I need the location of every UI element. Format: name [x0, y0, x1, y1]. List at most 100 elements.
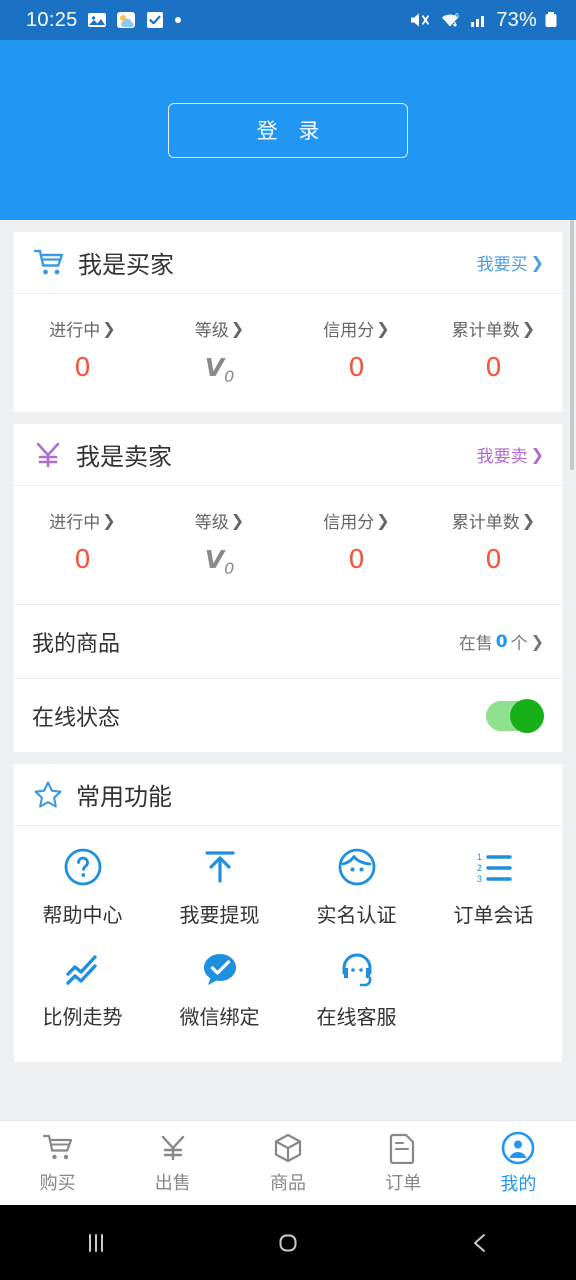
stat-item[interactable]: 等级 ❯ V0 — [151, 508, 288, 578]
svg-text:2: 2 — [477, 863, 482, 873]
function-item-help-center[interactable]: 帮助中心 — [14, 844, 151, 928]
battery-icon — [544, 10, 558, 30]
stat-item[interactable]: 信用分 ❯ 0 — [288, 508, 425, 578]
function-item-wechat-bind[interactable]: 微信绑定 — [151, 946, 288, 1030]
seller-action-link[interactable]: 我要卖 ❯ — [477, 442, 544, 467]
recent-apps-icon — [81, 1228, 111, 1258]
stat-item[interactable]: 信用分 ❯ 0 — [288, 316, 425, 386]
scroll-content: 我是买家 我要买 ❯ 进行中 ❯ 0 等级 ❯ V0 信用分 ❯ 0 累计单数 … — [0, 220, 576, 1120]
stat-label: 进行中 ❯ — [49, 319, 116, 341]
chevron-right-icon: ❯ — [530, 445, 544, 464]
stat-item[interactable]: 进行中 ❯ 0 — [14, 508, 151, 578]
stat-value: 0 — [74, 353, 91, 383]
stat-item[interactable]: 进行中 ❯ 0 — [14, 316, 151, 386]
online-status-label: 在线状态 — [32, 705, 121, 731]
chevron-right-icon: ❯ — [530, 632, 544, 651]
function-item-order-chat[interactable]: 1 2 3 订单会话 — [425, 844, 562, 928]
functions-grid: 帮助中心 我要提现 实名认证 1 2 3 订单会话 比例走势 微信绑定 在线客服 — [14, 826, 562, 1062]
stat-item[interactable]: 等级 ❯ V0 — [151, 316, 288, 386]
trend-chart-icon — [60, 946, 106, 992]
task-icon — [145, 10, 165, 30]
signal-icon — [469, 10, 489, 30]
login-button[interactable]: 登 录 — [168, 102, 408, 158]
buyer-card-header: 我是买家 我要买 ❯ — [14, 232, 562, 294]
face-verify-icon — [334, 844, 380, 890]
function-label: 微信绑定 — [179, 1005, 260, 1029]
gallery-icon — [87, 10, 107, 30]
goods-prefix: 在售 — [458, 634, 493, 654]
stat-value: 0 — [485, 545, 502, 575]
chevron-right-icon: ❯ — [230, 319, 245, 338]
stat-label: 信用分 ❯ — [323, 511, 390, 533]
goods-count: 0 — [495, 631, 508, 652]
buyer-action-link[interactable]: 我要买 ❯ — [477, 250, 544, 275]
chevron-right-icon: ❯ — [102, 511, 116, 530]
recent-apps-button[interactable] — [36, 1228, 156, 1258]
star-icon — [32, 779, 64, 811]
question-circle-icon — [60, 844, 106, 890]
chevron-right-icon: ❯ — [230, 511, 245, 530]
stat-label: 进行中 ❯ — [49, 511, 116, 533]
function-label: 我要提现 — [179, 903, 260, 927]
tab-label: 订单 — [385, 1172, 422, 1194]
function-item-identity-verify[interactable]: 实名认证 — [288, 844, 425, 928]
stat-label: 信用分 ❯ — [323, 319, 390, 341]
function-label: 订单会话 — [453, 903, 534, 927]
function-label: 实名认证 — [316, 903, 397, 927]
function-item-online-support[interactable]: 在线客服 — [288, 946, 425, 1030]
home-button[interactable] — [228, 1228, 348, 1258]
wechat-bind-icon — [197, 946, 243, 992]
functions-card: 常用功能 帮助中心 我要提现 实名认证 1 2 3 订单会话 比例走势 微信绑定… — [14, 764, 562, 1062]
goods-suffix: 个 — [510, 634, 528, 654]
seller-card-header: 我是卖家 我要卖 ❯ — [14, 424, 562, 486]
phone-screen: 10:25 6 73% 登 录 我是买家 我要买 ❯ 进行中 ❯ 0 等级 ❯ … — [0, 0, 576, 1280]
tab-buy[interactable]: 购买 — [0, 1121, 115, 1205]
tab-mine[interactable]: 我的 — [461, 1121, 576, 1205]
android-nav-bar — [0, 1205, 576, 1280]
buyer-action-label: 我要买 — [476, 255, 528, 275]
my-goods-row[interactable]: 我的商品 在售 0 个 ❯ — [14, 604, 562, 678]
functions-card-title: 常用功能 — [76, 783, 172, 811]
function-label: 帮助中心 — [42, 903, 123, 927]
function-item-ratio-trend[interactable]: 比例走势 — [14, 946, 151, 1030]
tab-label: 我的 — [500, 1173, 537, 1195]
dot-icon — [174, 16, 182, 24]
stat-item[interactable]: 累计单数 ❯ 0 — [425, 316, 562, 386]
status-bar-clock: 10:25 — [26, 8, 78, 31]
stat-value: 0 — [485, 353, 502, 383]
cart-icon — [41, 1132, 75, 1164]
mute-icon — [409, 10, 432, 30]
yen-icon — [32, 439, 64, 471]
my-goods-label: 我的商品 — [32, 631, 121, 657]
seller-action-label: 我要卖 — [476, 447, 528, 467]
yen-icon — [157, 1132, 189, 1164]
stat-value: 0 — [348, 545, 365, 575]
tab-orders[interactable]: 订单 — [346, 1121, 461, 1205]
my-goods-value: 在售 0 个 ❯ — [458, 629, 544, 655]
tab-label: 购买 — [39, 1172, 76, 1194]
tab-label: 出售 — [154, 1172, 191, 1194]
seller-stats-row: 进行中 ❯ 0 等级 ❯ V0 信用分 ❯ 0 累计单数 ❯ 0 — [14, 486, 562, 604]
function-label: 在线客服 — [316, 1005, 397, 1029]
svg-text:3: 3 — [477, 874, 482, 884]
online-status-toggle[interactable] — [486, 698, 544, 733]
seller-card: 我是卖家 我要卖 ❯ 进行中 ❯ 0 等级 ❯ V0 信用分 ❯ 0 累计单数 … — [14, 424, 562, 752]
status-bar: 10:25 6 73% — [0, 0, 576, 40]
box-icon — [272, 1132, 304, 1164]
stat-label: 累计单数 ❯ — [451, 511, 536, 533]
function-item-withdraw[interactable]: 我要提现 — [151, 844, 288, 928]
stat-value: 0 — [348, 353, 365, 383]
scrollbar[interactable] — [570, 220, 574, 470]
status-bar-right: 6 73% — [409, 9, 558, 32]
back-button[interactable] — [420, 1228, 540, 1258]
chevron-right-icon: ❯ — [530, 253, 544, 272]
home-icon — [273, 1228, 303, 1258]
user-circle-icon — [501, 1131, 535, 1165]
tab-sell[interactable]: 出售 — [115, 1121, 230, 1205]
withdraw-arrow-icon — [197, 844, 243, 890]
stat-label: 累计单数 ❯ — [451, 319, 536, 341]
stat-item[interactable]: 累计单数 ❯ 0 — [425, 508, 562, 578]
tab-goods[interactable]: 商品 — [230, 1121, 345, 1205]
online-status-row: 在线状态 — [14, 678, 562, 752]
svg-text:1: 1 — [477, 852, 482, 862]
